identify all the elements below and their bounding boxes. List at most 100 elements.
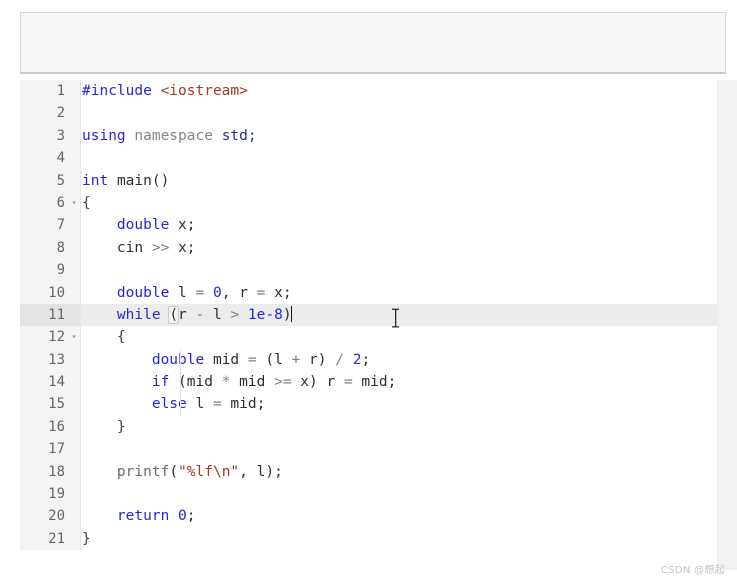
line-number: 12	[48, 329, 65, 346]
code-token: ;	[247, 127, 257, 144]
code-token: ;	[186, 217, 196, 234]
code-token: =	[212, 396, 222, 413]
code-token: (	[169, 463, 179, 480]
code-line[interactable]: 19	[20, 483, 718, 506]
code-line[interactable]: 12 ▾ {	[20, 326, 718, 349]
code-line[interactable]: 20 return 0;	[20, 505, 718, 528]
line-number: 7	[56, 217, 65, 234]
code-text: {	[82, 192, 718, 214]
code-line[interactable]: 21}	[20, 527, 718, 551]
code-text: if (mid * mid >= x) r = mid;	[82, 371, 718, 394]
line-number: 2	[56, 105, 65, 122]
code-token: double	[116, 217, 170, 234]
code-token: double	[116, 284, 170, 301]
code-line[interactable]: 9	[20, 259, 718, 282]
code-token: ;	[361, 351, 371, 368]
code-line[interactable]: 5 int main()	[20, 169, 718, 192]
code-token: main()	[116, 172, 170, 189]
code-token: );	[265, 463, 283, 480]
code-token: ;	[186, 239, 196, 256]
code-token: cin	[116, 239, 144, 256]
code-line[interactable]: 17	[20, 438, 718, 461]
toolbar-panel[interactable]	[20, 12, 726, 74]
code-token: mid	[212, 351, 240, 368]
code-line[interactable]: 7 double x;	[20, 214, 718, 237]
code-token: (mid	[178, 374, 222, 391]
code-line[interactable]: 13 double mid = (l + r) / 2;	[20, 348, 718, 372]
code-line[interactable]: 8 cin >> x;	[20, 236, 718, 260]
code-text: return 0;	[82, 505, 718, 527]
gutter-separator	[80, 236, 81, 260]
code-token: l	[195, 396, 213, 413]
code-token: r)	[300, 351, 327, 368]
gutter-separator	[80, 460, 81, 484]
code-line[interactable]: 3 using namespace std;	[20, 124, 718, 148]
line-number: 17	[48, 441, 65, 458]
code-text: double x;	[82, 214, 718, 236]
code-token: namespace	[134, 127, 213, 144]
code-line[interactable]: 6 ▾{	[20, 191, 718, 215]
code-line[interactable]: 11 while (r - l > 1e-8)	[20, 303, 718, 327]
code-token: r	[178, 306, 187, 323]
code-token: x	[178, 239, 187, 256]
code-text: cin >> x;	[82, 237, 718, 259]
code-token: (	[168, 305, 180, 324]
code-line[interactable]: 4	[20, 147, 718, 170]
bottom-filler	[0, 570, 737, 582]
code-token: ;	[186, 508, 196, 525]
code-line[interactable]: 2	[20, 102, 718, 125]
code-text: using namespace std;	[82, 125, 718, 147]
code-token: x	[274, 284, 283, 301]
line-number: 3	[56, 127, 65, 144]
code-line[interactable]: 15 else l = mid;	[20, 393, 718, 416]
code-token: 0	[212, 284, 222, 301]
code-token: int	[82, 172, 109, 189]
code-line[interactable]: 18 printf("%lf\n", l);	[20, 460, 718, 484]
fold-toggle-icon[interactable]: ▾	[69, 192, 79, 214]
text-caret	[290, 305, 293, 322]
code-token: =	[195, 284, 205, 301]
code-line[interactable]: 10 double l = 0, r = x;	[20, 281, 718, 304]
code-line[interactable]: 14 if (mid * mid >= x) r = mid;	[20, 371, 718, 394]
code-token: }	[82, 530, 91, 547]
gutter-separator	[80, 214, 81, 237]
code-line[interactable]: 1 #include <iostream>	[20, 80, 718, 103]
gutter-separator	[80, 348, 81, 372]
line-number: 19	[48, 486, 65, 503]
vertical-scrollbar-track[interactable]	[718, 80, 737, 570]
code-token: l	[212, 306, 222, 323]
gutter-separator	[80, 371, 81, 394]
editor-code-area[interactable]: 1 #include <iostream> 2 3 using namespace st…	[20, 80, 718, 570]
code-line[interactable]: 16 }	[20, 415, 718, 439]
code-text: }	[82, 528, 718, 550]
code-token: x	[178, 217, 187, 234]
code-token: mid;	[352, 374, 397, 391]
code-token: =	[247, 351, 257, 368]
code-text: double mid = (l + r) / 2;	[82, 348, 718, 372]
fold-toggle-icon[interactable]: ▾	[69, 326, 79, 348]
code-token: "%lf\n"	[178, 463, 240, 480]
code-token: >	[230, 306, 240, 323]
code-token: (l	[265, 351, 292, 368]
line-number: 21	[48, 530, 65, 547]
gutter-separator	[80, 191, 81, 215]
line-number: 9	[56, 262, 65, 279]
